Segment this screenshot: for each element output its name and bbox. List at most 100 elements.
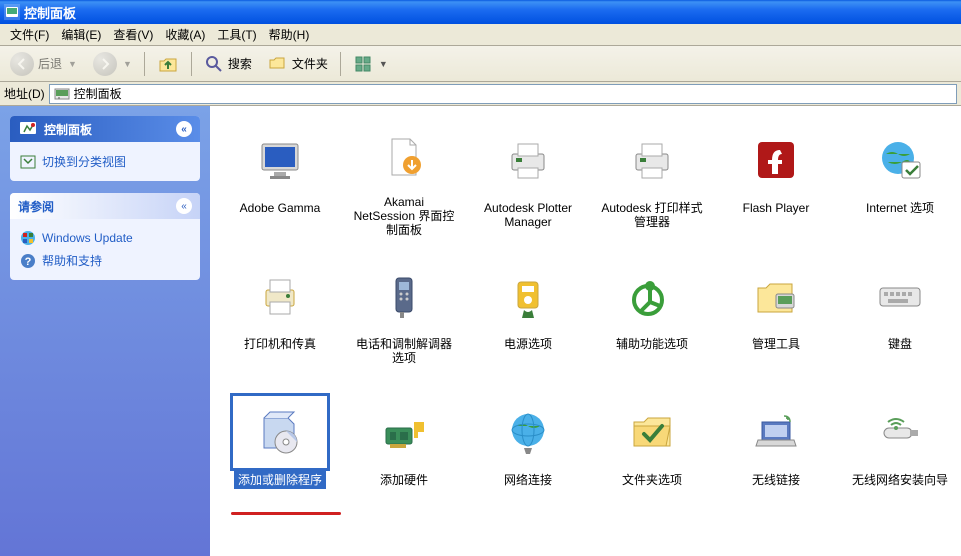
akamai-icon <box>380 133 428 181</box>
menu-view[interactable]: 查看(V) <box>107 24 159 45</box>
address-field[interactable]: 控制面板 <box>49 84 957 104</box>
icon-wrap <box>602 257 702 335</box>
back-button[interactable]: 后退 ▼ <box>4 50 83 78</box>
address-value: 控制面板 <box>74 85 122 102</box>
folders-button[interactable]: 文件夹 <box>262 52 334 76</box>
cp-item-label: 电话和调制解调器选项 <box>349 335 459 367</box>
power-options-icon <box>504 272 552 320</box>
cp-item-label: Flash Player <box>739 199 814 217</box>
toolbar: 后退 ▼ ▼ 搜索 文件夹 ▼ <box>0 46 961 82</box>
folder-options-icon <box>628 408 676 456</box>
add-hardware-icon <box>380 408 428 456</box>
admin-tools-icon <box>752 272 800 320</box>
cp-item-label: 无线网络安装向导 <box>848 471 952 489</box>
wireless-setup-icon <box>876 408 924 456</box>
icon-grid: Adobe Gamma Akamai NetSession 界面控制面板 Aut… <box>220 116 951 516</box>
cp-item-printers-faxes[interactable]: 打印机和传真 <box>220 252 340 380</box>
menu-help[interactable]: 帮助(H) <box>263 24 316 45</box>
cp-item-wireless-link[interactable]: 无线链接 <box>716 388 836 516</box>
cp-item-label: 添加硬件 <box>376 471 432 489</box>
adobe-gamma-icon <box>256 136 304 184</box>
cp-item-flash[interactable]: Flash Player <box>716 116 836 244</box>
red-underline-icon <box>231 512 341 515</box>
icon-wrap <box>850 393 950 471</box>
cp-item-label: 网络连接 <box>500 471 556 489</box>
views-button[interactable]: ▼ <box>347 52 394 76</box>
switch-category-view-link[interactable]: 切换到分类视图 <box>20 150 190 173</box>
cp-item-network-connections[interactable]: 网络连接 <box>468 388 588 516</box>
windows-update-icon <box>20 230 36 246</box>
cp-item-label: 管理工具 <box>748 335 804 353</box>
menu-edit[interactable]: 编辑(E) <box>55 24 107 45</box>
cp-item-accessibility[interactable]: 辅助功能选项 <box>592 252 712 380</box>
cp-item-keyboard[interactable]: 键盘 <box>840 252 960 380</box>
icon-wrap <box>726 121 826 199</box>
icon-wrap <box>354 121 454 193</box>
main-area: 控制面板 « 切换到分类视图 请参阅 « <box>0 106 961 556</box>
collapse-icon[interactable]: « <box>176 121 192 137</box>
control-panel-icon <box>4 4 20 20</box>
cp-item-autodesk-printstyle[interactable]: Autodesk 打印样式管理器 <box>592 116 712 244</box>
menu-favorites[interactable]: 收藏(A) <box>159 24 211 45</box>
icon-wrap <box>478 393 578 471</box>
control-panel-small-icon <box>54 86 70 102</box>
address-bar: 地址(D) 控制面板 <box>0 82 961 106</box>
views-icon <box>353 54 373 74</box>
cp-item-akamai[interactable]: Akamai NetSession 界面控制面板 <box>344 116 464 244</box>
toolbar-separator <box>144 52 145 76</box>
up-button[interactable] <box>151 51 185 77</box>
see-also-panel: 请参阅 « Windows Update ? 帮助和支持 <box>10 193 200 280</box>
cp-item-admin-tools[interactable]: 管理工具 <box>716 252 836 380</box>
network-connections-icon <box>504 408 552 456</box>
windows-update-label: Windows Update <box>42 231 133 245</box>
phone-modem-icon <box>380 272 428 320</box>
forward-arrow-icon <box>93 52 117 76</box>
cp-item-power-options[interactable]: 电源选项 <box>468 252 588 380</box>
icon-wrap <box>602 393 702 471</box>
cp-item-autodesk-plotter[interactable]: Autodesk Plotter Manager <box>468 116 588 244</box>
icon-wrap <box>850 121 950 199</box>
icon-wrap <box>478 257 578 335</box>
icon-wrap <box>354 257 454 335</box>
address-label: 地址(D) <box>4 85 45 102</box>
control-panel-task-panel: 控制面板 « 切换到分类视图 <box>10 116 200 181</box>
forward-dropdown-caret-icon: ▼ <box>123 59 132 69</box>
see-also-header[interactable]: 请参阅 « <box>10 193 200 219</box>
cp-item-label: Autodesk Plotter Manager <box>473 199 583 231</box>
help-icon: ? <box>20 253 36 269</box>
back-label: 后退 <box>38 55 62 72</box>
icon-wrap <box>850 257 950 335</box>
control-panel-header[interactable]: 控制面板 « <box>10 116 200 142</box>
sidebar: 控制面板 « 切换到分类视图 请参阅 « <box>0 106 210 556</box>
cp-item-add-hardware[interactable]: 添加硬件 <box>344 388 464 516</box>
cp-item-label: 打印机和传真 <box>240 335 320 353</box>
cp-item-phone-modem[interactable]: 电话和调制解调器选项 <box>344 252 464 380</box>
content-area: Adobe Gamma Akamai NetSession 界面控制面板 Aut… <box>210 106 961 556</box>
menu-file[interactable]: 文件(F) <box>4 24 55 45</box>
windows-update-link[interactable]: Windows Update <box>20 227 190 249</box>
help-support-link[interactable]: ? 帮助和支持 <box>20 249 190 272</box>
cp-item-adobe-gamma[interactable]: Adobe Gamma <box>220 116 340 244</box>
icon-wrap <box>478 121 578 199</box>
icon-wrap <box>726 393 826 471</box>
help-support-label: 帮助和支持 <box>42 252 102 269</box>
cp-item-label: 键盘 <box>884 335 916 353</box>
svg-text:?: ? <box>25 256 32 268</box>
cp-item-internet-options[interactable]: Internet 选项 <box>840 116 960 244</box>
cp-item-add-remove[interactable]: 添加或删除程序 <box>220 388 340 516</box>
search-icon <box>204 54 224 74</box>
forward-button[interactable]: ▼ <box>87 50 138 78</box>
cp-item-folder-options[interactable]: 文件夹选项 <box>592 388 712 516</box>
menu-tools[interactable]: 工具(T) <box>211 24 262 45</box>
cp-item-label: Adobe Gamma <box>236 199 325 217</box>
add-remove-icon <box>256 408 304 456</box>
control-panel-header-title: 控制面板 <box>44 121 92 138</box>
cp-item-wireless-setup[interactable]: 无线网络安装向导 <box>840 388 960 516</box>
title-bar: 控制面板 <box>0 0 961 24</box>
collapse-icon[interactable]: « <box>176 198 192 214</box>
window-title: 控制面板 <box>24 3 76 22</box>
search-button[interactable]: 搜索 <box>198 52 258 76</box>
icon-wrap <box>230 257 330 335</box>
toolbar-separator <box>340 52 341 76</box>
icon-wrap <box>726 257 826 335</box>
